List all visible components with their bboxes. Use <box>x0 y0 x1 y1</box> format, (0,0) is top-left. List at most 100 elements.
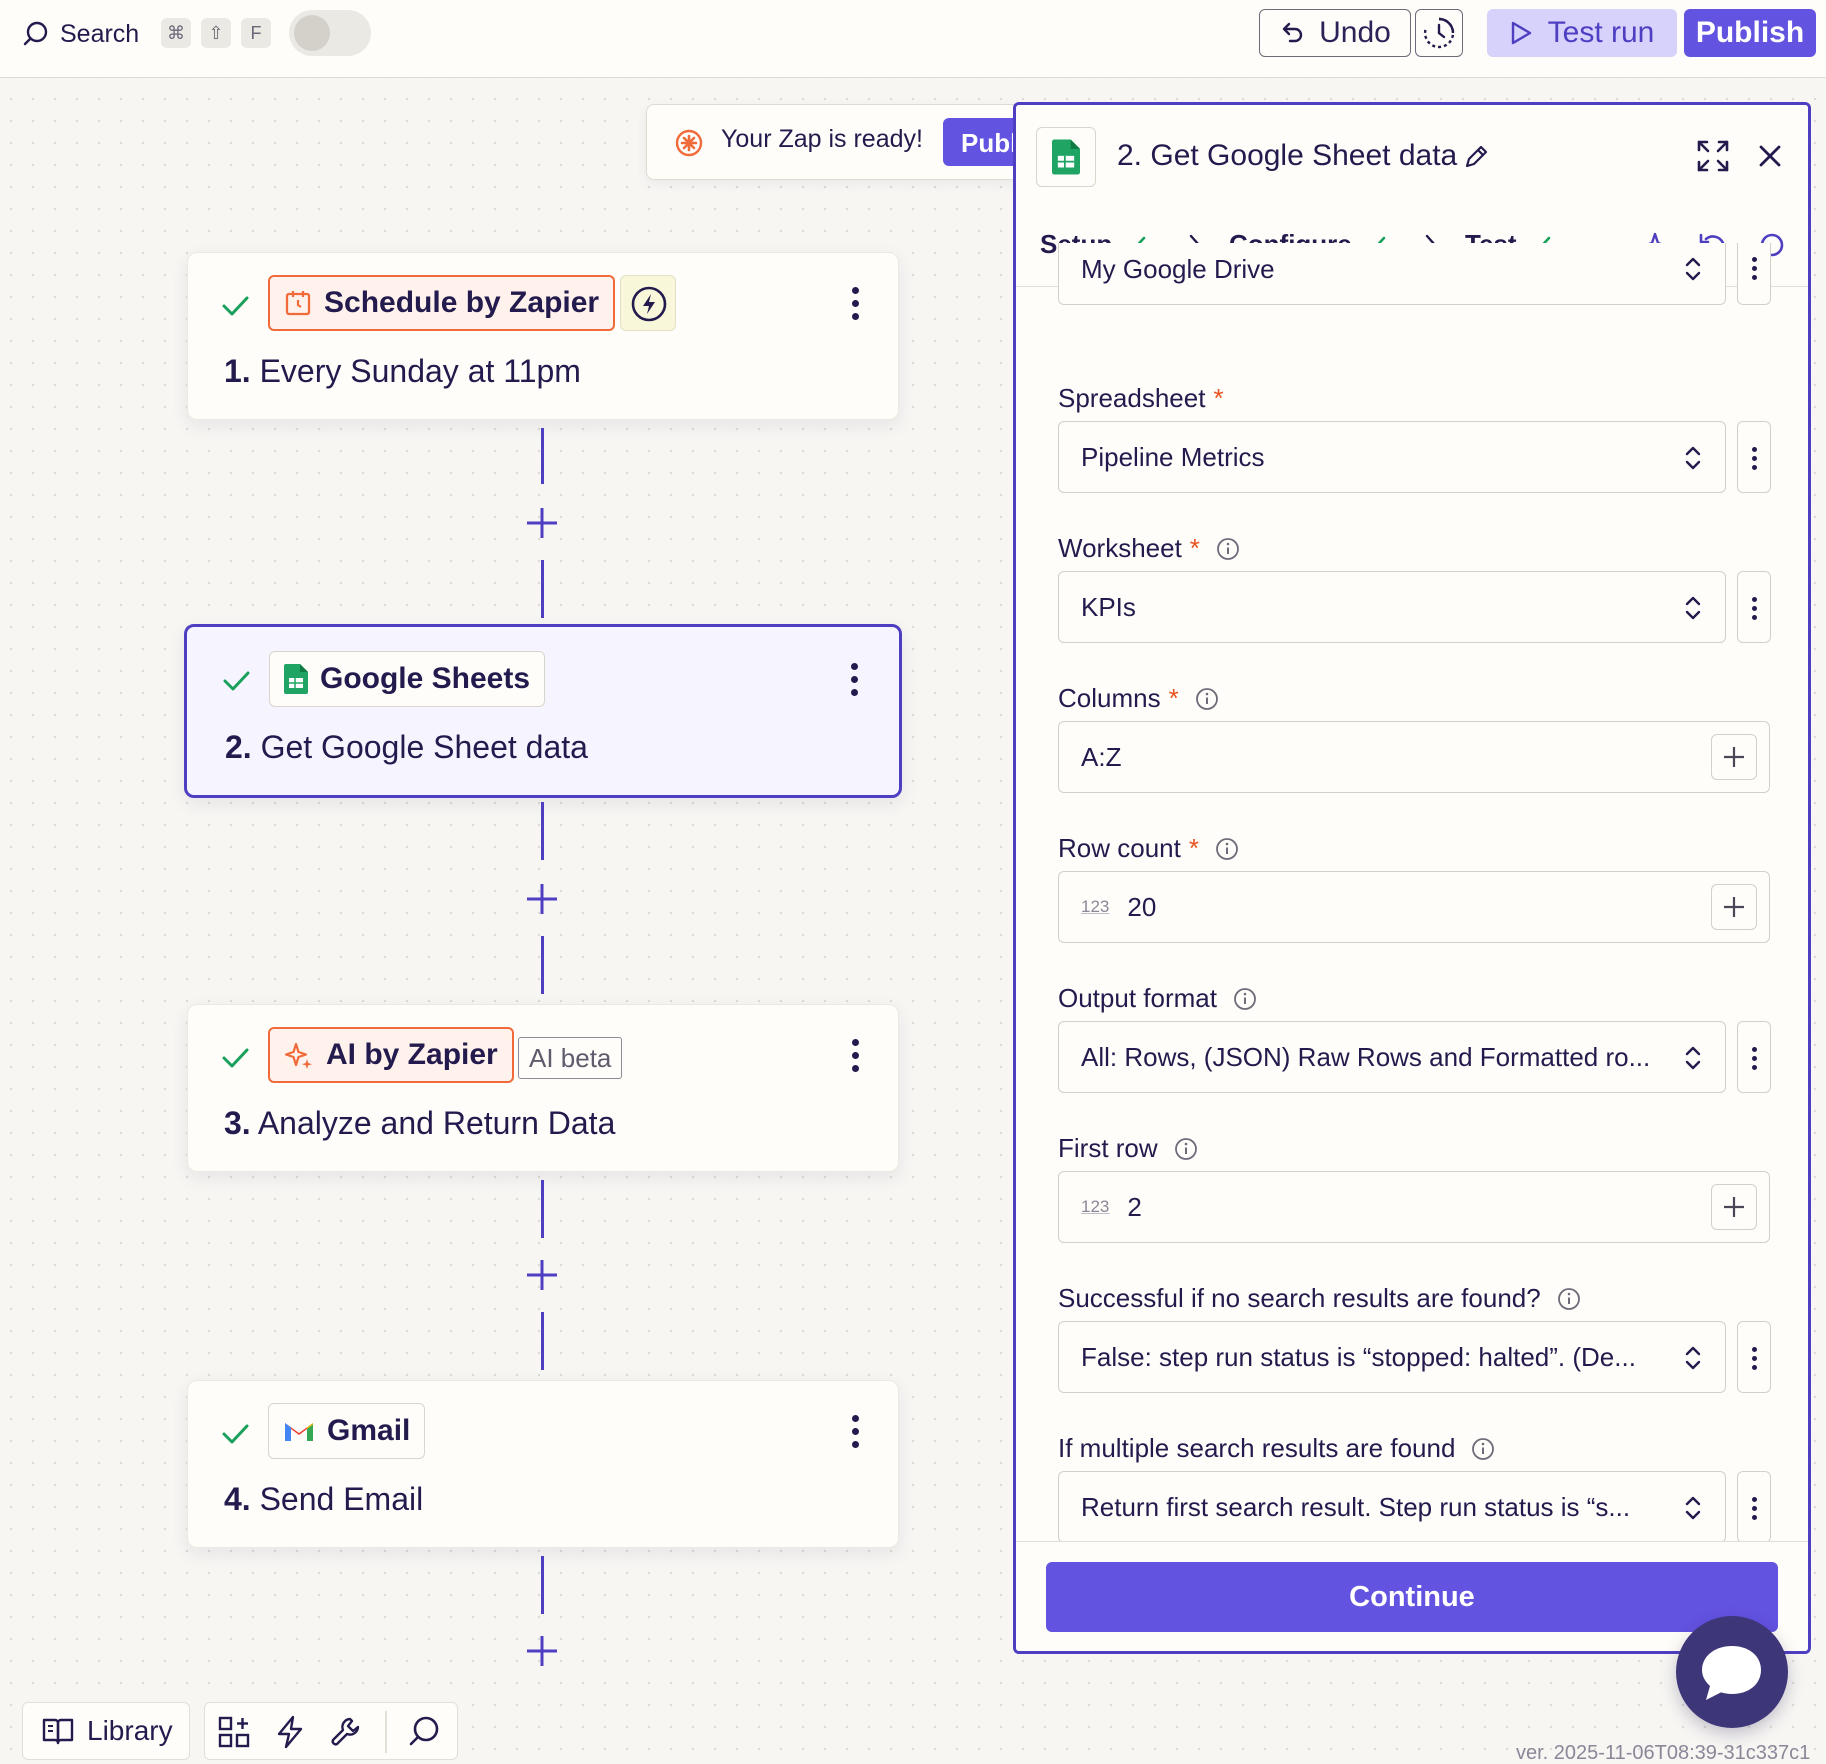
add-step-plus-icon[interactable] <box>524 881 560 917</box>
add-step-plus-icon[interactable] <box>524 505 560 541</box>
publish-label: Publish <box>1695 16 1805 49</box>
undo-label: Undo <box>1319 16 1391 49</box>
worksheet-options-button[interactable] <box>1737 571 1771 643</box>
shortcut-key-cmd: ⌘ <box>161 18 191 48</box>
close-icon[interactable] <box>1757 143 1783 169</box>
gmail-icon <box>285 1423 313 1441</box>
no-results-select[interactable]: False: step run status is “stopped: halt… <box>1058 1321 1726 1393</box>
check-icon <box>223 671 250 691</box>
plus-icon <box>1724 897 1744 917</box>
undo-button[interactable]: Undo <box>1259 9 1411 57</box>
multiple-results-label: If multiple search results are found <box>1058 1433 1495 1464</box>
apps-grid-icon[interactable] <box>217 1715 251 1749</box>
output-format-select[interactable]: All: Rows, (JSON) Raw Rows and Formatted… <box>1058 1021 1726 1093</box>
drive-options-button[interactable] <box>1737 243 1771 305</box>
banner-message: Your Zap is ready! <box>721 125 923 153</box>
first-row-value: 2 <box>1127 1191 1142 1222</box>
row-count-label: Row count * <box>1058 833 1239 864</box>
no-results-label: Successful if no search results are foun… <box>1058 1283 1581 1314</box>
edit-pencil-icon[interactable] <box>1462 143 1490 171</box>
zap-ready-banner: Your Zap is ready! Publ <box>646 104 1027 180</box>
info-icon[interactable] <box>1216 537 1240 561</box>
info-icon[interactable] <box>1215 837 1239 861</box>
search-button[interactable]: Search <box>22 14 139 54</box>
publish-button[interactable]: Publish <box>1684 9 1816 57</box>
version-text: ver. 2025-11-06T08:39-31c337c1 <box>1516 1742 1811 1764</box>
more-options-icon[interactable] <box>850 1415 860 1451</box>
first-row-input[interactable]: 123 2 <box>1058 1171 1770 1243</box>
step-card-4[interactable]: Gmail 4. Send Email <box>187 1380 899 1548</box>
shortcut-key-shift: ⇧ <box>201 18 231 48</box>
continue-label: Continue <box>1349 1580 1475 1613</box>
search-icon[interactable] <box>407 1715 441 1749</box>
step-card-2[interactable]: Google Sheets 2. Get Google Sheet data <box>184 624 902 798</box>
step-card-1[interactable]: Schedule by Zapier 1. Every Sunday at 11… <box>187 252 899 420</box>
step-card-3[interactable]: AI by Zapier AI beta 3. Analyze and Retu… <box>187 1004 899 1172</box>
info-icon[interactable] <box>1195 687 1219 711</box>
multiple-results-select[interactable]: Return first search result. Step run sta… <box>1058 1471 1726 1543</box>
output-format-label: Output format <box>1058 983 1257 1014</box>
toggle-switch[interactable] <box>289 10 371 56</box>
info-icon[interactable] <box>1471 1437 1495 1461</box>
add-step-plus-icon[interactable] <box>524 1257 560 1293</box>
drive-value: My Google Drive <box>1081 254 1275 284</box>
info-icon[interactable] <box>1557 1287 1581 1311</box>
more-options-icon[interactable] <box>850 287 860 323</box>
banner-publish-label: Publ <box>961 128 1018 158</box>
app-pill-gmail: Gmail <box>268 1403 426 1459</box>
check-icon <box>222 296 249 316</box>
search-icon <box>23 21 48 46</box>
insert-data-button[interactable] <box>1711 884 1757 930</box>
insert-data-button[interactable] <box>1711 734 1757 780</box>
toggle-knob <box>294 15 330 51</box>
drive-select[interactable]: My Google Drive <box>1058 243 1726 305</box>
row-count-input[interactable]: 123 20 <box>1058 871 1770 943</box>
more-options-icon[interactable] <box>850 1039 860 1075</box>
connector-line <box>541 428 544 484</box>
wrench-icon[interactable] <box>329 1715 363 1749</box>
google-sheets-icon <box>1052 139 1080 175</box>
connector-line <box>541 936 544 994</box>
shortcut-key-f: F <box>241 18 271 48</box>
add-step-plus-icon[interactable] <box>524 1633 560 1669</box>
spreadsheet-options-button[interactable] <box>1737 421 1771 493</box>
chevron-updown-icon <box>1685 1496 1701 1520</box>
info-icon[interactable] <box>1174 1137 1198 1161</box>
check-icon <box>222 1424 249 1444</box>
multiple-results-options-button[interactable] <box>1737 1471 1771 1543</box>
connector-line <box>541 802 544 860</box>
worksheet-label: Worksheet * <box>1058 533 1240 564</box>
columns-input[interactable]: A:Z <box>1058 721 1770 793</box>
chevron-updown-icon <box>1685 446 1701 470</box>
lightning-bolt-icon[interactable] <box>273 1715 307 1749</box>
library-label: Library <box>87 1715 173 1746</box>
panel-title: 2. Get Google Sheet data <box>1117 139 1458 172</box>
more-options-icon[interactable] <box>849 663 859 699</box>
app-name: Google Sheets <box>320 662 531 695</box>
chat-support-button[interactable] <box>1676 1616 1788 1728</box>
continue-button[interactable]: Continue <box>1046 1562 1778 1632</box>
expand-icon[interactable] <box>1696 139 1730 173</box>
columns-label: Columns * <box>1058 683 1219 714</box>
library-button[interactable]: Library <box>22 1702 190 1760</box>
no-results-options-button[interactable] <box>1737 1321 1771 1393</box>
google-sheets-icon <box>284 664 308 694</box>
app-name: AI by Zapier <box>326 1038 498 1071</box>
test-run-label: Test run <box>1547 16 1655 49</box>
multiple-results-value: Return first search result. Step run sta… <box>1081 1491 1631 1522</box>
book-icon <box>42 1718 74 1745</box>
panel-header: 2. Get Google Sheet data <box>1016 105 1808 205</box>
worksheet-select[interactable]: KPIs <box>1058 571 1726 643</box>
search-label: Search <box>60 19 140 48</box>
history-button[interactable] <box>1415 9 1463 57</box>
spreadsheet-select[interactable]: Pipeline Metrics <box>1058 421 1726 493</box>
info-icon[interactable] <box>1233 987 1257 1011</box>
ai-beta-badge: AI beta <box>518 1037 623 1079</box>
insert-data-button[interactable] <box>1711 1184 1757 1230</box>
step-title: 4. Send Email <box>224 1481 424 1517</box>
output-format-options-button[interactable] <box>1737 1021 1771 1093</box>
app-icon-box <box>1036 127 1096 187</box>
chevron-updown-icon <box>1685 1346 1701 1370</box>
toolbar-divider <box>385 1711 387 1753</box>
test-run-button[interactable]: Test run <box>1487 9 1677 57</box>
